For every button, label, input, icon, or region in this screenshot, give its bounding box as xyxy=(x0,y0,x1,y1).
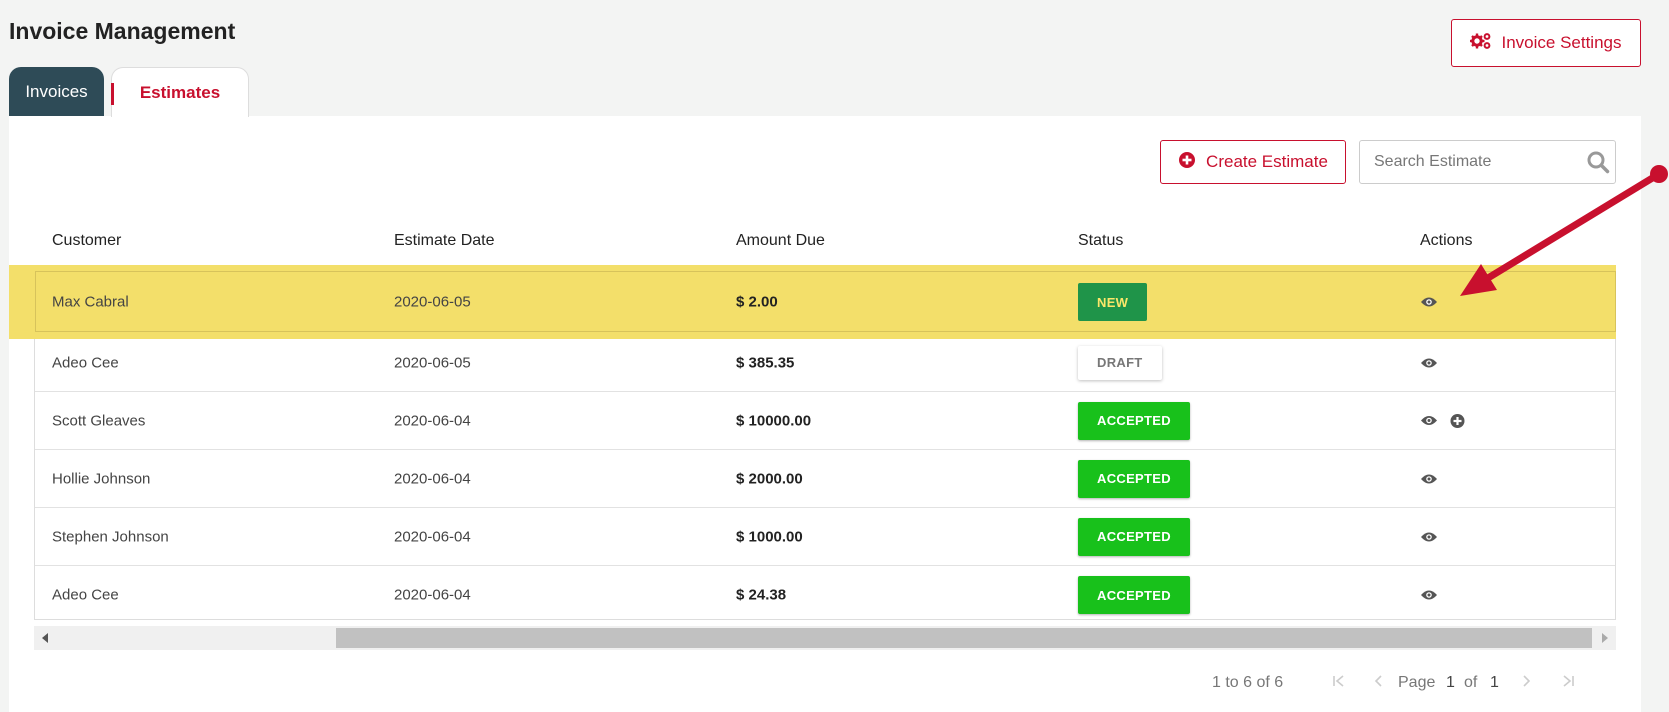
row-actions xyxy=(1420,296,1438,308)
row-actions xyxy=(1420,531,1438,543)
row-highlight-frame xyxy=(35,271,1616,332)
status-badge: ACCEPTED xyxy=(1078,517,1190,556)
first-page-icon[interactable] xyxy=(1332,674,1346,693)
amount-due: $ 385.35 xyxy=(736,354,795,371)
estimate-date: 2020-06-04 xyxy=(394,528,471,545)
column-header-customer[interactable]: Customer xyxy=(52,232,121,250)
table-row[interactable]: Hollie Johnson 2020-06-04 $ 2000.00 ACCE… xyxy=(35,450,1615,508)
customer-name: Adeo Cee xyxy=(52,354,119,371)
row-actions xyxy=(1420,413,1465,428)
status-badge: DRAFT xyxy=(1078,345,1162,380)
column-header-amount-due[interactable]: Amount Due xyxy=(736,232,825,250)
pagination-summary: 1 to 6 of 6 xyxy=(1212,674,1284,691)
eye-icon[interactable] xyxy=(1420,473,1438,485)
page-label: Page xyxy=(1398,674,1436,691)
page-title: Invoice Management xyxy=(9,18,236,44)
active-tab-indicator xyxy=(111,83,114,105)
eye-icon[interactable] xyxy=(1420,296,1438,308)
invoice-settings-button[interactable]: Invoice Settings xyxy=(1451,19,1641,67)
tab-estimates[interactable]: Estimates xyxy=(111,67,249,117)
invoice-settings-label: Invoice Settings xyxy=(1501,33,1622,52)
previous-page-icon[interactable] xyxy=(1373,674,1383,693)
customer-name: Stephen Johnson xyxy=(52,528,169,545)
last-page-icon[interactable] xyxy=(1561,674,1575,693)
amount-due: $ 1000.00 xyxy=(736,528,803,545)
column-header-actions: Actions xyxy=(1420,232,1473,249)
search-icon[interactable] xyxy=(1581,150,1615,174)
horizontal-scrollbar[interactable] xyxy=(34,626,1616,650)
scrollbar-thumb[interactable] xyxy=(336,628,1592,648)
status-badge: ACCEPTED xyxy=(1078,576,1190,614)
gears-icon xyxy=(1469,32,1492,55)
table-row[interactable]: Adeo Cee 2020-06-05 $ 385.35 DRAFT xyxy=(35,334,1615,392)
tab-invoices[interactable]: Invoices xyxy=(9,67,104,117)
next-page-icon[interactable] xyxy=(1522,674,1532,693)
table-row[interactable]: Adeo Cee 2020-06-04 $ 24.38 ACCEPTED xyxy=(35,566,1615,624)
estimate-date: 2020-06-05 xyxy=(394,293,471,311)
row-actions xyxy=(1420,589,1438,601)
plus-circle-icon xyxy=(1178,151,1196,174)
row-actions xyxy=(1420,357,1438,369)
search-input[interactable] xyxy=(1360,141,1581,183)
eye-icon[interactable] xyxy=(1420,589,1438,601)
total-pages: 1 xyxy=(1490,674,1499,691)
estimate-date: 2020-06-04 xyxy=(394,470,471,487)
scroll-right-icon[interactable] xyxy=(1596,626,1614,650)
eye-icon[interactable] xyxy=(1420,415,1438,427)
estimate-date: 2020-06-04 xyxy=(394,412,471,429)
table-row[interactable]: Scott Gleaves 2020-06-04 $ 10000.00 ACCE… xyxy=(35,392,1615,450)
amount-due: $ 24.38 xyxy=(736,586,787,604)
column-header-status[interactable]: Status xyxy=(1078,232,1123,250)
amount-due: $ 2.00 xyxy=(736,293,778,311)
column-header-estimate-date[interactable]: Estimate Date xyxy=(394,232,494,250)
scroll-left-icon[interactable] xyxy=(36,626,54,650)
row-actions xyxy=(1420,473,1438,485)
amount-due: $ 10000.00 xyxy=(736,412,812,429)
table-row[interactable]: Max Cabral 2020-06-05 $ 2.00 NEW xyxy=(9,265,1616,339)
status-badge: ACCEPTED xyxy=(1078,459,1190,498)
customer-name: Max Cabral xyxy=(52,293,129,311)
amount-due: $ 2000.00 xyxy=(736,470,803,487)
estimate-date: 2020-06-04 xyxy=(394,586,471,604)
table-row[interactable]: Stephen Johnson 2020-06-04 $ 1000.00 ACC… xyxy=(35,508,1615,566)
plus-circle-icon[interactable] xyxy=(1450,413,1465,428)
customer-name: Adeo Cee xyxy=(52,586,119,604)
estimate-date: 2020-06-05 xyxy=(394,354,471,371)
search-estimate-box xyxy=(1359,140,1616,184)
create-estimate-label: Create Estimate xyxy=(1206,152,1328,171)
create-estimate-button[interactable]: Create Estimate xyxy=(1160,140,1346,184)
status-badge: ACCEPTED xyxy=(1078,401,1190,440)
of-label: of xyxy=(1464,674,1478,691)
current-page: 1 xyxy=(1446,674,1455,691)
status-badge: NEW xyxy=(1078,283,1148,321)
eye-icon[interactable] xyxy=(1420,531,1438,543)
customer-name: Hollie Johnson xyxy=(52,470,151,487)
eye-icon[interactable] xyxy=(1420,357,1438,369)
customer-name: Scott Gleaves xyxy=(52,412,146,429)
